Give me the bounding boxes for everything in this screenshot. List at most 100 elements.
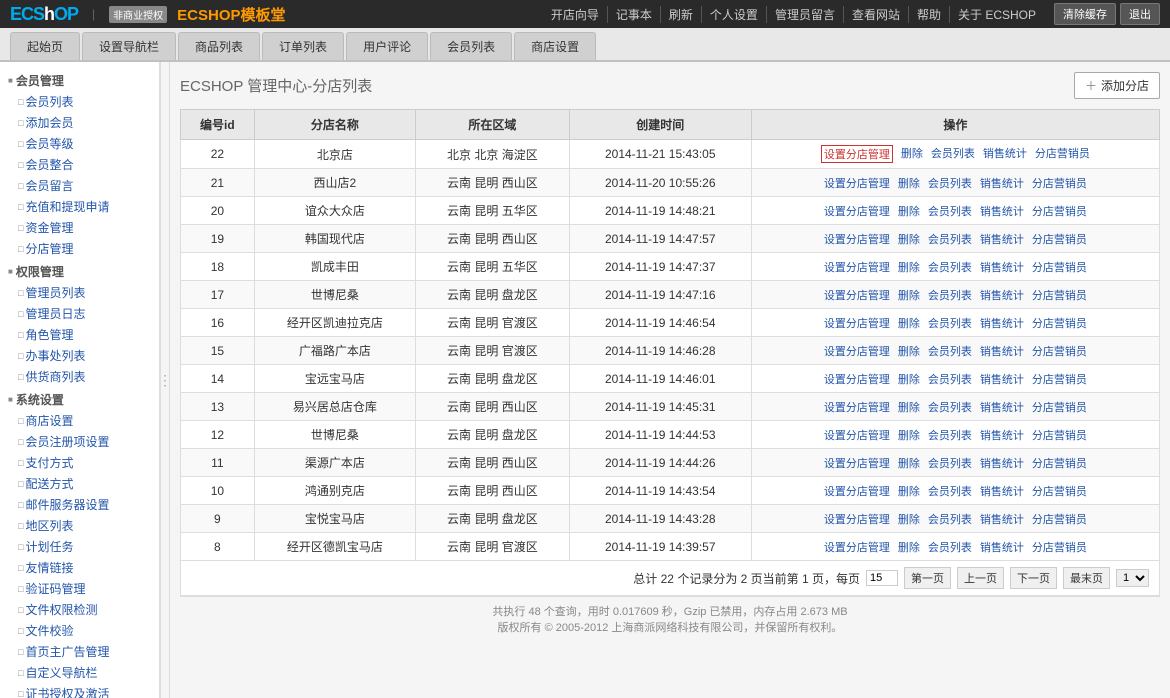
action-link-3[interactable]: 销售统计	[980, 259, 1024, 275]
topbar-link-view-site[interactable]: 查看网站	[844, 6, 909, 23]
action-link-4[interactable]: 分店营销员	[1032, 539, 1087, 555]
action-link-0[interactable]: 设置分店管理	[824, 287, 890, 303]
action-link-2[interactable]: 会员列表	[928, 371, 972, 387]
sidebar-item-cron[interactable]: 计划任务	[0, 536, 159, 557]
action-link-1[interactable]: 删除	[898, 203, 920, 219]
sidebar-item-file-check[interactable]: 文件校验	[0, 620, 159, 641]
action-link-4[interactable]: 分店营销员	[1032, 427, 1087, 443]
action-link-4[interactable]: 分店营销员	[1032, 371, 1087, 387]
topbar-link-help[interactable]: 帮助	[909, 6, 950, 23]
action-link-3[interactable]: 销售统计	[980, 203, 1024, 219]
tab-nav-settings[interactable]: 设置导航栏	[82, 32, 176, 60]
action-link-3[interactable]: 销售统计	[980, 175, 1024, 191]
sidebar-item-member-level[interactable]: 会员等级	[0, 133, 159, 154]
sidebar-item-member-list[interactable]: 会员列表	[0, 91, 159, 112]
action-link-4[interactable]: 分店营销员	[1035, 145, 1090, 163]
sidebar-item-supplier-list[interactable]: 供货商列表	[0, 366, 159, 387]
action-link-2[interactable]: 会员列表	[928, 259, 972, 275]
action-link-2[interactable]: 会员列表	[928, 483, 972, 499]
action-link-3[interactable]: 销售统计	[980, 511, 1024, 527]
action-link-0[interactable]: 设置分店管理	[824, 455, 890, 471]
action-link-3[interactable]: 销售统计	[980, 343, 1024, 359]
action-link-3[interactable]: 销售统计	[980, 483, 1024, 499]
sidebar-resizer[interactable]	[160, 62, 170, 698]
action-link-1[interactable]: 删除	[898, 371, 920, 387]
sidebar-item-ads[interactable]: 首页主广告管理	[0, 641, 159, 662]
action-link-2[interactable]: 会员列表	[931, 145, 975, 163]
sidebar-item-branch[interactable]: 分店管理	[0, 238, 159, 259]
action-link-3[interactable]: 销售统计	[980, 539, 1024, 555]
action-link-1[interactable]: 删除	[898, 231, 920, 247]
action-link-1[interactable]: 删除	[901, 145, 923, 163]
action-link-4[interactable]: 分店营销员	[1032, 315, 1087, 331]
action-link-0[interactable]: 设置分店管理	[824, 539, 890, 555]
sidebar-item-recharge[interactable]: 充值和提现申请	[0, 196, 159, 217]
action-link-4[interactable]: 分店营销员	[1032, 399, 1087, 415]
topbar-link-about[interactable]: 关于 ECSHOP	[950, 6, 1044, 23]
topbar-link-notes[interactable]: 记事本	[608, 6, 661, 23]
topbar-link-refresh[interactable]: 刷新	[661, 6, 702, 23]
sidebar-item-member-integrate[interactable]: 会员整合	[0, 154, 159, 175]
action-link-4[interactable]: 分店营销员	[1032, 175, 1087, 191]
topbar-link-settings[interactable]: 个人设置	[702, 6, 767, 23]
action-link-1[interactable]: 删除	[898, 175, 920, 191]
action-link-2[interactable]: 会员列表	[928, 343, 972, 359]
add-branch-button[interactable]: 添加分店	[1074, 72, 1160, 99]
action-link-1[interactable]: 删除	[898, 455, 920, 471]
action-link-2[interactable]: 会员列表	[928, 231, 972, 247]
page-select[interactable]: 1 2	[1116, 569, 1149, 587]
action-link-3[interactable]: 销售统计	[983, 145, 1027, 163]
action-link-4[interactable]: 分店营销员	[1032, 203, 1087, 219]
action-link-0[interactable]: 设置分店管理	[824, 259, 890, 275]
tab-product-list[interactable]: 商品列表	[178, 32, 260, 60]
action-link-1[interactable]: 删除	[898, 259, 920, 275]
sidebar-item-mail-server[interactable]: 邮件服务器设置	[0, 494, 159, 515]
action-link-1[interactable]: 删除	[898, 427, 920, 443]
action-link-0[interactable]: 设置分店管理	[824, 427, 890, 443]
action-link-1[interactable]: 删除	[898, 483, 920, 499]
action-link-0[interactable]: 设置分店管理	[824, 343, 890, 359]
action-link-3[interactable]: 销售统计	[980, 455, 1024, 471]
action-link-3[interactable]: 销售统计	[980, 427, 1024, 443]
action-link-0[interactable]: 设置分店管理	[824, 399, 890, 415]
action-link-3[interactable]: 销售统计	[980, 399, 1024, 415]
topbar-link-guide[interactable]: 开店向导	[543, 6, 608, 23]
sidebar-item-file-perms[interactable]: 文件权限检测	[0, 599, 159, 620]
action-link-4[interactable]: 分店营销员	[1032, 287, 1087, 303]
tab-user-comments[interactable]: 用户评论	[346, 32, 428, 60]
tab-home[interactable]: 起始页	[10, 32, 80, 60]
action-link-1[interactable]: 删除	[898, 315, 920, 331]
last-page-button[interactable]: 最末页	[1063, 567, 1110, 589]
action-link-2[interactable]: 会员列表	[928, 203, 972, 219]
action-link-2[interactable]: 会员列表	[928, 511, 972, 527]
sidebar-item-region-list[interactable]: 地区列表	[0, 515, 159, 536]
sidebar-item-payment[interactable]: 支付方式	[0, 452, 159, 473]
action-link-4[interactable]: 分店营销员	[1032, 483, 1087, 499]
action-setup-branch-highlighted[interactable]: 设置分店管理	[821, 145, 893, 163]
action-link-0[interactable]: 设置分店管理	[824, 511, 890, 527]
sidebar-item-custom-nav[interactable]: 自定义导航栏	[0, 662, 159, 683]
action-link-0[interactable]: 设置分店管理	[824, 231, 890, 247]
action-link-0[interactable]: 设置分店管理	[824, 315, 890, 331]
action-link-2[interactable]: 会员列表	[928, 315, 972, 331]
next-page-button[interactable]: 下一页	[1010, 567, 1057, 589]
sidebar-item-member-reg[interactable]: 会员注册项设置	[0, 431, 159, 452]
first-page-button[interactable]: 第一页	[904, 567, 951, 589]
action-link-3[interactable]: 销售统计	[980, 315, 1024, 331]
action-link-1[interactable]: 删除	[898, 399, 920, 415]
action-link-4[interactable]: 分店营销员	[1032, 231, 1087, 247]
topbar-link-messages[interactable]: 管理员留言	[767, 6, 844, 23]
action-link-0[interactable]: 设置分店管理	[824, 175, 890, 191]
action-link-2[interactable]: 会员列表	[928, 399, 972, 415]
sidebar-item-friend-links[interactable]: 友情链接	[0, 557, 159, 578]
action-link-1[interactable]: 删除	[898, 539, 920, 555]
sidebar-item-shop-settings[interactable]: 商店设置	[0, 410, 159, 431]
tab-order-list[interactable]: 订单列表	[262, 32, 344, 60]
action-link-4[interactable]: 分店营销员	[1032, 343, 1087, 359]
action-link-0[interactable]: 设置分店管理	[824, 483, 890, 499]
action-link-4[interactable]: 分店营销员	[1032, 259, 1087, 275]
action-link-4[interactable]: 分店营销员	[1032, 511, 1087, 527]
sidebar-item-role-mgmt[interactable]: 角色管理	[0, 324, 159, 345]
tab-store-settings[interactable]: 商店设置	[514, 32, 596, 60]
clear-cache-button[interactable]: 清除缓存	[1054, 3, 1116, 25]
